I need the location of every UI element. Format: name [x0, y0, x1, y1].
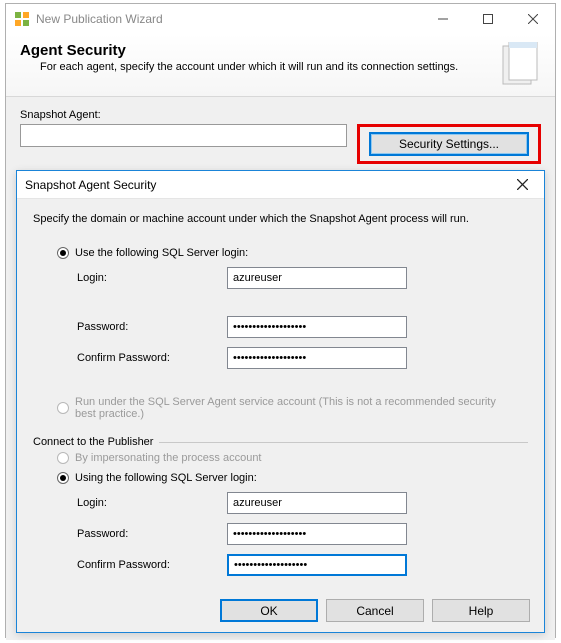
close-button[interactable] — [510, 5, 555, 33]
radio-agent-account: Run under the SQL Server Agent service a… — [57, 396, 528, 420]
radio-label: Using the following SQL Server login: — [75, 472, 257, 484]
radio-label: Use the following SQL Server login: — [75, 247, 248, 259]
security-highlight: Security Settings... — [357, 124, 541, 164]
login-field[interactable] — [227, 267, 407, 289]
header-title: Agent Security — [20, 42, 487, 59]
security-settings-button[interactable]: Security Settings... — [369, 132, 529, 156]
modal-intro: Specify the domain or machine account un… — [33, 213, 528, 225]
radio-icon — [57, 472, 69, 484]
password-field[interactable] — [227, 316, 407, 338]
snapshot-security-dialog: Snapshot Agent Security Specify the doma… — [16, 170, 545, 633]
password-label: Password: — [77, 321, 227, 333]
snapshot-agent-label: Snapshot Agent: — [20, 109, 541, 121]
snapshot-agent-field[interactable] — [20, 124, 347, 147]
pub-confirm-password-label: Confirm Password: — [77, 559, 227, 571]
radio-icon — [57, 247, 69, 259]
help-button[interactable]: Help — [432, 599, 530, 622]
radio-icon — [57, 402, 69, 414]
pub-confirm-password-field[interactable] — [227, 554, 407, 576]
ok-button[interactable]: OK — [220, 599, 318, 622]
modal-titlebar: Snapshot Agent Security — [17, 171, 544, 199]
radio-impersonate: By impersonating the process account — [57, 452, 528, 464]
confirm-password-field[interactable] — [227, 347, 407, 369]
radio-label: By impersonating the process account — [75, 452, 262, 464]
maximize-button[interactable] — [465, 5, 510, 33]
modal-close-button[interactable] — [500, 172, 544, 198]
pub-password-field[interactable] — [227, 523, 407, 545]
header-desc: For each agent, specify the account unde… — [40, 61, 487, 73]
pub-login-label: Login: — [77, 497, 227, 509]
header: Agent Security For each agent, specify t… — [6, 34, 555, 97]
titlebar: New Publication Wizard — [6, 4, 555, 34]
pub-password-label: Password: — [77, 528, 227, 540]
minimize-button[interactable] — [420, 5, 465, 33]
modal-title: Snapshot Agent Security — [25, 178, 500, 192]
cancel-button[interactable]: Cancel — [326, 599, 424, 622]
radio-icon — [57, 452, 69, 464]
header-graphic — [497, 42, 541, 86]
radio-use-sql-login[interactable]: Use the following SQL Server login: — [57, 247, 528, 259]
app-icon — [14, 11, 30, 27]
connect-publisher-heading: Connect to the Publisher — [33, 436, 528, 448]
radio-pub-sql-login[interactable]: Using the following SQL Server login: — [57, 472, 528, 484]
pub-login-field[interactable] — [227, 492, 407, 514]
radio-label: Run under the SQL Server Agent service a… — [75, 396, 505, 420]
window-title: New Publication Wizard — [36, 12, 420, 26]
login-label: Login: — [77, 272, 227, 284]
confirm-password-label: Confirm Password: — [77, 352, 227, 364]
dialog-buttons: OK Cancel Help — [220, 599, 530, 622]
